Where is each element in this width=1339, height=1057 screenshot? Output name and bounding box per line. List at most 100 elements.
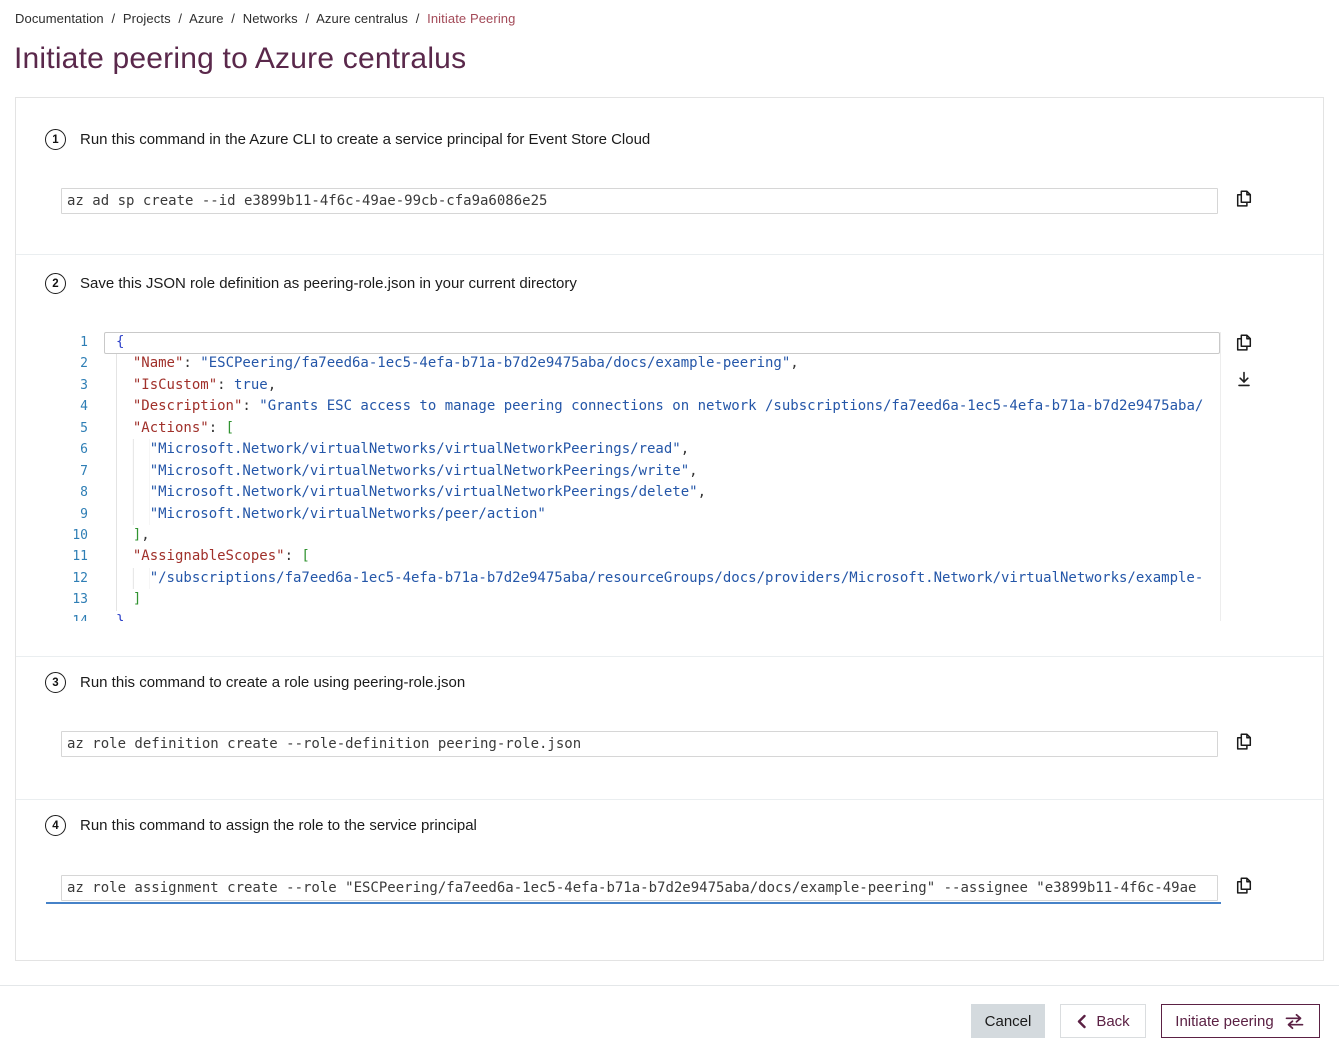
indent-guide (116, 418, 133, 439)
line-number: 2 (61, 353, 88, 374)
code-token-str: "ESCPeering/fa7eed6a-1ec5-4efa-b71a-b7d2… (200, 353, 790, 374)
copy-icon[interactable] (1232, 874, 1256, 898)
download-icon[interactable] (1232, 367, 1256, 391)
initiate-peering-button[interactable]: Initiate peering (1161, 1004, 1320, 1038)
back-button-label: Back (1096, 1013, 1129, 1030)
code-token-str: "Microsoft.Network/virtualNetworks/virtu… (150, 482, 698, 503)
breadcrumb-separator: / (227, 11, 239, 26)
horizontal-scrollbar[interactable] (46, 902, 1221, 904)
line-number: 12 (61, 568, 88, 589)
code-token-key: "IsCustom" (133, 375, 217, 396)
breadcrumb-item-azure-centralus[interactable]: Azure centralus (316, 11, 408, 26)
line-number: 3 (61, 375, 88, 396)
code-token-key: "Description" (133, 396, 243, 417)
step-4-header: 4 Run this command to assign the role to… (45, 815, 477, 836)
json-code-editor[interactable]: 1234567891011121314 {"Name": "ESCPeering… (61, 332, 1221, 621)
code-token-kw: true (234, 375, 268, 396)
line-number: 8 (61, 482, 88, 503)
code-line: "Actions": [ (116, 418, 1220, 439)
code-line: "Microsoft.Network/virtualNetworks/virtu… (116, 439, 1220, 460)
step-1-header: 1 Run this command in the Azure CLI to c… (45, 129, 650, 150)
step-3-label: Run this command to create a role using … (80, 674, 465, 691)
step-1-command-input[interactable] (61, 188, 1218, 214)
indent-guide (116, 396, 133, 417)
indent-guide (116, 353, 133, 374)
line-number: 7 (61, 461, 88, 482)
code-token-str: "Microsoft.Network/virtualNetworks/virtu… (150, 461, 689, 482)
code-token-key: "Name" (133, 353, 184, 374)
breadcrumb-item-azure[interactable]: Azure (189, 11, 223, 26)
step-3-command-input[interactable] (61, 731, 1218, 757)
footer-divider (0, 985, 1339, 986)
indent-guide (116, 375, 133, 396)
code-line: "Microsoft.Network/virtualNetworks/virtu… (116, 482, 1220, 503)
section-divider (16, 254, 1323, 255)
page-title: Initiate peering to Azure centralus (14, 42, 466, 76)
step-1-label: Run this command in the Azure CLI to cre… (80, 131, 650, 148)
step-4-number: 4 (45, 815, 66, 836)
back-button[interactable]: Back (1060, 1004, 1146, 1038)
initiate-peering-button-label: Initiate peering (1175, 1013, 1273, 1030)
code-line: } (116, 611, 1220, 621)
copy-icon[interactable] (1232, 730, 1256, 754)
line-number: 1 (61, 332, 88, 353)
chevron-left-icon (1076, 1014, 1087, 1029)
step-3-header: 3 Run this command to create a role usin… (45, 672, 465, 693)
code-token-punc: , (141, 525, 149, 546)
copy-icon[interactable] (1232, 187, 1256, 211)
indent-guide (116, 568, 150, 589)
code-line: "/subscriptions/fa7eed6a-1ec5-4efa-b71a-… (116, 568, 1220, 589)
breadcrumb-item-documentation[interactable]: Documentation (15, 11, 104, 26)
breadcrumb-item-networks[interactable]: Networks (243, 11, 298, 26)
code-token-punc: : (209, 418, 226, 439)
step-2-label: Save this JSON role definition as peerin… (80, 275, 577, 292)
indent-guide (116, 589, 133, 610)
code-token-key: "AssignableScopes" (133, 546, 285, 567)
step-1-number: 1 (45, 129, 66, 150)
line-number: 11 (61, 546, 88, 567)
code-token-punc: , (681, 439, 689, 460)
code-token-bracket: ] (133, 589, 141, 610)
step-3-number: 3 (45, 672, 66, 693)
code-token-bracket: [ (301, 546, 309, 567)
line-number: 4 (61, 396, 88, 417)
code-line: "Microsoft.Network/virtualNetworks/virtu… (116, 461, 1220, 482)
breadcrumb-separator: / (301, 11, 313, 26)
code-token-bracket: ] (133, 525, 141, 546)
code-token-str: "Microsoft.Network/virtualNetworks/peer/… (150, 504, 546, 525)
indent-guide (116, 482, 150, 503)
code-token-brace: } (116, 611, 124, 621)
breadcrumb-item-projects[interactable]: Projects (123, 11, 171, 26)
code-line: { (116, 332, 1220, 353)
step-4-command-input[interactable] (61, 875, 1218, 901)
breadcrumb-separator: / (174, 11, 186, 26)
code-line: "IsCustom": true, (116, 375, 1220, 396)
section-divider (16, 799, 1323, 800)
line-number: 9 (61, 504, 88, 525)
code-token-punc: , (689, 461, 697, 482)
cancel-button[interactable]: Cancel (971, 1004, 1045, 1038)
indent-guide (116, 525, 133, 546)
code-line: "Description": "Grants ESC access to man… (116, 396, 1220, 417)
code-line: "AssignableScopes": [ (116, 546, 1220, 567)
indent-guide (116, 439, 150, 460)
code-token-punc: : (285, 546, 302, 567)
line-number-gutter: 1234567891011121314 (61, 332, 104, 621)
breadcrumb-separator: / (107, 11, 119, 26)
copy-icon[interactable] (1232, 331, 1256, 355)
step-2-header: 2 Save this JSON role definition as peer… (45, 273, 577, 294)
code-token-punc: , (268, 375, 276, 396)
code-token-brace: { (116, 332, 124, 353)
code-line: "Microsoft.Network/virtualNetworks/peer/… (116, 504, 1220, 525)
step-2-number: 2 (45, 273, 66, 294)
code-token-punc: : (242, 396, 259, 417)
indent-guide (116, 504, 150, 525)
footer-actions: Cancel Back Initiate peering (971, 1004, 1320, 1038)
line-number: 13 (61, 589, 88, 610)
code-token-punc: : (183, 353, 200, 374)
indent-guide (116, 461, 150, 482)
wizard-card: 1 Run this command in the Azure CLI to c… (15, 97, 1324, 961)
code-token-key: "Actions" (133, 418, 209, 439)
line-number: 10 (61, 525, 88, 546)
section-divider (16, 656, 1323, 657)
